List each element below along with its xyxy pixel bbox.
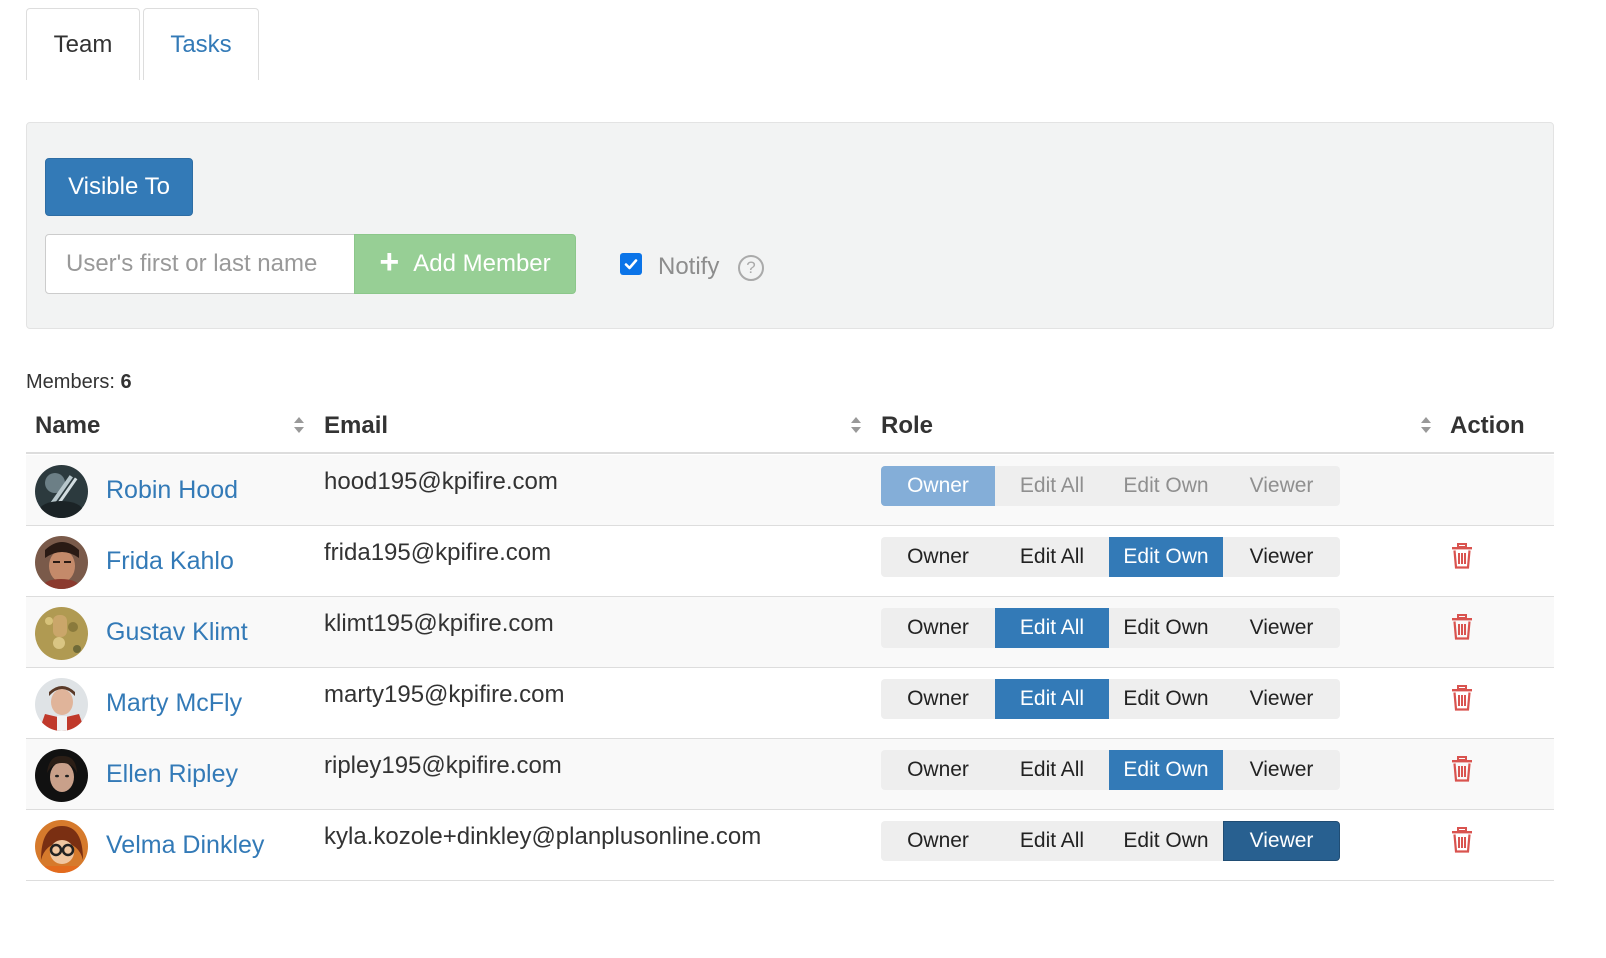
members-label: Members: [26, 371, 115, 393]
sort-icon[interactable] [293, 416, 305, 434]
column-header-email[interactable]: Email [324, 412, 388, 440]
members-count-value: 6 [120, 371, 132, 393]
check-icon [624, 259, 638, 270]
role-owner-button[interactable]: Owner [881, 537, 995, 577]
avatar [35, 678, 88, 731]
role-viewer-button: Viewer [1249, 474, 1314, 497]
members-table-header: Name Email Role Action [26, 404, 1554, 454]
sort-icon[interactable] [1420, 416, 1432, 434]
role-selector: Owner Edit All Edit Own Viewer [881, 466, 1340, 506]
table-row: Marty McFly marty195@kpifire.com Owner E… [26, 668, 1554, 739]
role-edit-own-button[interactable]: Edit Own [1109, 750, 1223, 790]
role-viewer-button[interactable]: Viewer [1223, 679, 1340, 719]
role-edit-all-button[interactable]: Edit All [995, 608, 1109, 648]
member-email: klimt195@kpifire.com [324, 610, 554, 637]
table-row: Robin Hood hood195@kpifire.com Owner Edi… [26, 455, 1554, 526]
role-owner-button[interactable]: Owner [881, 821, 995, 861]
add-member-button[interactable]: + Add Member [354, 234, 576, 294]
role-edit-own-button[interactable]: Edit Own [1109, 821, 1223, 861]
notify-label: Notify [658, 253, 720, 280]
member-name-link[interactable]: Frida Kahlo [106, 547, 234, 576]
member-email: hood195@kpifire.com [324, 468, 558, 495]
sort-icon[interactable] [850, 416, 862, 434]
trash-icon[interactable] [1451, 685, 1473, 711]
role-edit-own-button[interactable]: Edit Own [1109, 679, 1223, 719]
member-email: kyla.kozole+dinkley@planplusonline.com [324, 823, 762, 850]
column-header-role[interactable]: Role [881, 412, 933, 440]
role-selector: Owner Edit All Edit Own Viewer [881, 537, 1340, 577]
role-owner-button[interactable]: Owner [881, 679, 995, 719]
member-name-link[interactable]: Robin Hood [106, 476, 238, 505]
plus-icon: + [379, 243, 400, 281]
role-edit-all-button[interactable]: Edit All [995, 679, 1109, 719]
role-viewer-button[interactable]: Viewer [1223, 537, 1340, 577]
column-header-action: Action [1450, 412, 1525, 439]
role-edit-all-button[interactable]: Edit All [995, 821, 1109, 861]
tab-bar: Team Tasks [26, 8, 259, 80]
trash-icon[interactable] [1451, 756, 1473, 782]
role-edit-own-button[interactable]: Edit Own [1109, 608, 1223, 648]
table-row: Ellen Ripley ripley195@kpifire.com Owner… [26, 739, 1554, 810]
table-row: Velma Dinkley kyla.kozole+dinkley@planpl… [26, 810, 1554, 881]
member-name-link[interactable]: Gustav Klimt [106, 618, 248, 647]
role-edit-all-button[interactable]: Edit All [995, 537, 1109, 577]
add-member-label: Add Member [413, 250, 551, 277]
member-email: marty195@kpifire.com [324, 681, 565, 708]
avatar [35, 465, 88, 518]
member-name-link[interactable]: Ellen Ripley [106, 760, 238, 789]
trash-icon[interactable] [1451, 614, 1473, 640]
role-edit-all-button: Edit All [1019, 474, 1085, 497]
member-email: ripley195@kpifire.com [324, 752, 562, 779]
trash-icon[interactable] [1451, 827, 1473, 853]
role-edit-own-button: Edit Own [1123, 474, 1209, 497]
role-owner-button[interactable]: Owner [881, 750, 995, 790]
role-viewer-button[interactable]: Viewer [1223, 750, 1340, 790]
table-row: Gustav Klimt klimt195@kpifire.com Owner … [26, 597, 1554, 668]
role-selector: Owner Edit All Edit Own Viewer [881, 608, 1340, 648]
notify-checkbox[interactable] [620, 253, 642, 275]
table-row: Frida Kahlo frida195@kpifire.com Owner E… [26, 526, 1554, 597]
role-owner-button: Owner [881, 466, 995, 506]
members-count: Members: 6 [26, 371, 132, 394]
avatar [35, 536, 88, 589]
avatar [35, 607, 88, 660]
add-member-panel: Visible To + Add Member Notify ? [26, 122, 1554, 329]
trash-icon[interactable] [1451, 543, 1473, 569]
role-owner-button[interactable]: Owner [881, 608, 995, 648]
role-selector: Owner Edit All Edit Own Viewer [881, 821, 1340, 861]
role-viewer-button[interactable]: Viewer [1223, 821, 1340, 861]
role-edit-all-button[interactable]: Edit All [995, 750, 1109, 790]
member-email: frida195@kpifire.com [324, 539, 552, 566]
member-name-link[interactable]: Velma Dinkley [106, 831, 264, 860]
question-circle-icon[interactable]: ? [738, 255, 764, 281]
role-viewer-button[interactable]: Viewer [1223, 608, 1340, 648]
role-selector: Owner Edit All Edit Own Viewer [881, 679, 1340, 719]
avatar [35, 749, 88, 802]
role-selector: Owner Edit All Edit Own Viewer [881, 750, 1340, 790]
member-name-link[interactable]: Marty McFly [106, 689, 242, 718]
avatar [35, 820, 88, 873]
tab-team[interactable]: Team [26, 8, 140, 80]
visible-to-button[interactable]: Visible To [45, 158, 193, 216]
role-edit-own-button[interactable]: Edit Own [1109, 537, 1223, 577]
column-header-name[interactable]: Name [35, 412, 100, 440]
tab-tasks[interactable]: Tasks [143, 8, 259, 80]
user-search-input[interactable] [45, 234, 355, 294]
